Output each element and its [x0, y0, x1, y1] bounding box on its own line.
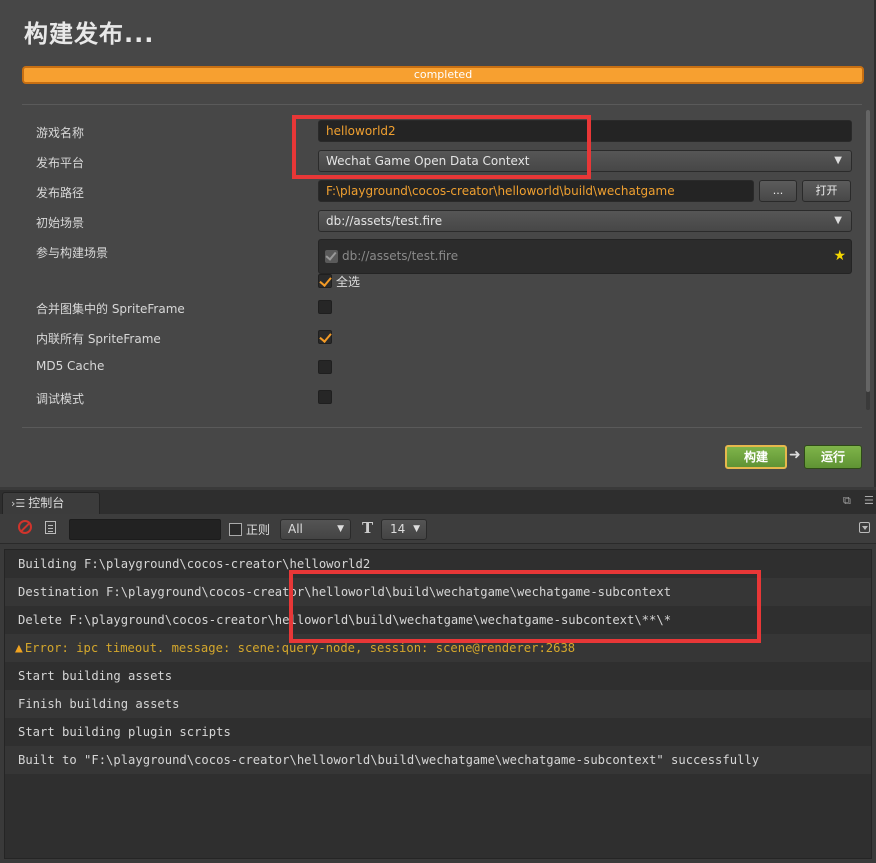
- chevron-down-icon: ▼: [834, 215, 842, 226]
- log-line: Finish building assets: [5, 690, 871, 718]
- scene-item-label: db://assets/test.fire: [342, 249, 459, 263]
- inline-spriteframe-label: 内联所有 SpriteFrame: [36, 332, 161, 346]
- platform-select[interactable]: Wechat Game Open Data Context ▼: [318, 150, 852, 172]
- chevron-down-icon: ▼: [337, 524, 344, 534]
- console-toolbar: 正则 All ▼ T 14 ▼: [0, 514, 876, 544]
- build-panel: 构建发布... completed 游戏名称 helloworld2 发布平台 …: [0, 0, 876, 487]
- chevron-down-icon: ▼: [834, 155, 842, 166]
- regex-label: 正则: [246, 523, 271, 537]
- inline-spriteframe-checkbox[interactable]: [318, 330, 332, 344]
- scene-item-checkbox: [325, 250, 338, 263]
- log-line: Start building plugin scripts: [18, 725, 231, 739]
- scrollbar[interactable]: [866, 110, 870, 410]
- scene-list: db://assets/test.fire ★: [318, 239, 852, 274]
- select-all-checkbox[interactable]: [318, 274, 332, 288]
- debug-mode-label: 调试模式: [36, 392, 85, 406]
- debug-mode-checkbox[interactable]: [318, 390, 332, 404]
- start-scene-select[interactable]: db://assets/test.fire ▼: [318, 210, 852, 232]
- chevron-down-icon: ▼: [413, 524, 420, 534]
- game-name-label: 游戏名称: [36, 126, 85, 140]
- screen: 构建发布... completed 游戏名称 helloworld2 发布平台 …: [0, 0, 876, 863]
- log-level-select[interactable]: All ▼: [280, 519, 351, 540]
- build-button[interactable]: 构建: [725, 445, 787, 469]
- run-button[interactable]: 运行: [804, 445, 862, 469]
- console-tabbar: ›☰ 控制台 ⧉ ☰: [0, 490, 876, 514]
- warning-text: Error: ipc timeout. message: scene:query…: [24, 641, 576, 655]
- tab-console[interactable]: ›☰ 控制台: [2, 492, 100, 514]
- start-scene-label: 初始场景: [36, 216, 85, 230]
- font-size-value: 14: [390, 522, 406, 536]
- open-folder-button[interactable]: 打开: [802, 180, 851, 202]
- arrow-right-icon: ➜: [789, 447, 801, 463]
- divider: [22, 104, 862, 105]
- console-panel: ›☰ 控制台 ⧉ ☰ 正则 All ▼ T 14 ▼ Building F:\pl…: [0, 490, 876, 863]
- md5-cache-checkbox[interactable]: [318, 360, 332, 374]
- log-line: Delete F:\playground\cocos-creator\hello…: [18, 613, 672, 627]
- merge-atlas-checkbox[interactable]: [318, 300, 332, 314]
- font-icon: T: [362, 519, 374, 537]
- log-line: Start building assets: [18, 669, 173, 683]
- log-line: Building F:\playground\cocos-creator\hel…: [18, 557, 371, 571]
- build-progress-bar: completed: [22, 66, 864, 84]
- popout-icon[interactable]: ⧉: [843, 494, 851, 508]
- log-line-warning: ▲ Error: ipc timeout. message: scene:quer…: [5, 634, 871, 662]
- divider: [22, 427, 862, 428]
- collapse-icon[interactable]: [859, 522, 870, 533]
- included-scenes-label: 参与构建场景: [36, 246, 109, 260]
- select-all-label: 全选: [336, 275, 361, 289]
- log-file-icon[interactable]: [45, 521, 56, 534]
- page-title: 构建发布...: [24, 20, 155, 48]
- browse-button[interactable]: ...: [759, 180, 797, 202]
- build-path-input[interactable]: F:\playground\cocos-creator\helloworld\b…: [318, 180, 754, 202]
- star-icon: ★: [833, 248, 846, 264]
- tab-console-label: 控制台: [28, 496, 65, 510]
- filter-input[interactable]: [69, 519, 221, 540]
- clear-icon[interactable]: [18, 520, 32, 534]
- platform-label: 发布平台: [36, 156, 85, 170]
- md5-cache-label: MD5 Cache: [36, 359, 105, 373]
- log-list: Building F:\playground\cocos-creator\hel…: [4, 549, 872, 859]
- game-name-input[interactable]: helloworld2: [318, 120, 852, 142]
- menu-icon[interactable]: ☰: [864, 494, 874, 507]
- platform-select-value: Wechat Game Open Data Context: [326, 154, 530, 168]
- build-path-label: 发布路径: [36, 186, 85, 200]
- progress-label: completed: [413, 68, 473, 81]
- font-size-select[interactable]: 14 ▼: [381, 519, 427, 540]
- start-scene-value: db://assets/test.fire: [326, 214, 443, 228]
- warning-icon: ▲: [15, 641, 23, 656]
- regex-checkbox[interactable]: [229, 523, 242, 536]
- merge-atlas-label: 合并图集中的 SpriteFrame: [36, 302, 185, 316]
- console-icon: ›☰: [11, 497, 26, 510]
- scrollbar-thumb[interactable]: [866, 110, 870, 392]
- log-line: Destination F:\playground\cocos-creator\…: [5, 578, 871, 606]
- log-level-value: All: [288, 522, 303, 536]
- log-line: Built to "F:\playground\cocos-creator\he…: [5, 746, 871, 774]
